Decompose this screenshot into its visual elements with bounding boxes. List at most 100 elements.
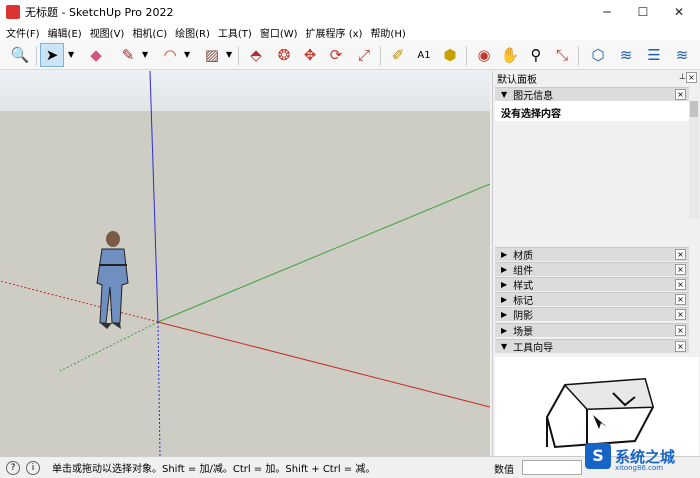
text-icon[interactable]: A1 xyxy=(412,43,436,67)
scrollbar-thumb[interactable] xyxy=(690,101,698,117)
rectangle-icon[interactable]: ▨ xyxy=(200,43,224,67)
expanded-arrow-icon: ▼ xyxy=(501,342,508,351)
select-dropdown-icon[interactable]: ▼ xyxy=(68,50,74,59)
menu-help[interactable]: 帮助(H) xyxy=(366,25,409,40)
pencil-dropdown-icon[interactable]: ▼ xyxy=(142,50,148,59)
close-window-button[interactable]: ✕ xyxy=(662,0,696,24)
tray-shadows[interactable]: ▶ 阴影 × xyxy=(495,307,689,322)
pan-icon[interactable]: ✋ xyxy=(498,43,522,67)
green-axis xyxy=(157,183,490,323)
tray-label: 图元信息 xyxy=(513,91,554,102)
tray-label: 组件 xyxy=(513,266,534,277)
zoom-window-icon[interactable]: ⤡ xyxy=(550,43,574,67)
tray-close-icon[interactable]: × xyxy=(675,89,686,100)
tray-label: 工具向导 xyxy=(513,343,554,354)
tray-entity-info[interactable]: ▼ 图元信息 × xyxy=(495,87,689,102)
zoom-extents-icon[interactable]: 🔍 xyxy=(8,43,32,67)
drawing-viewport[interactable] xyxy=(0,71,490,456)
collapsed-arrow-icon: ▶ xyxy=(501,310,508,319)
toolbar-divider xyxy=(380,46,381,66)
expanded-arrow-icon: ▼ xyxy=(501,90,508,99)
tray-close-icon[interactable]: × xyxy=(675,341,686,352)
blue-axis-negative xyxy=(157,321,161,456)
menu-draw[interactable]: 绘图(R) xyxy=(171,25,214,40)
scale-icon[interactable]: ⤢ xyxy=(352,43,376,67)
pin-icon[interactable]: ⊥ xyxy=(679,72,686,81)
push-pull-icon[interactable]: ⬘ xyxy=(244,43,268,67)
watermark-icon: S xyxy=(585,443,611,469)
tray-label: 场景 xyxy=(513,327,534,338)
orbit-icon[interactable]: ◉ xyxy=(472,43,496,67)
watermark-url: xitong86.com xyxy=(615,464,664,472)
tray-scenes[interactable]: ▶ 场景 × xyxy=(495,323,689,338)
menu-tools[interactable]: 工具(T) xyxy=(214,25,256,40)
zoom-icon[interactable]: ⚲ xyxy=(524,43,548,67)
red-axis xyxy=(157,321,490,408)
measurements-input[interactable] xyxy=(522,460,582,475)
axes-canvas xyxy=(0,71,490,456)
toolbar-divider xyxy=(36,46,37,66)
extension-warehouse-icon[interactable]: ≋ xyxy=(614,43,638,67)
default-tray-panel: 默认面板 ⊥ × ▼ 图元信息 × 没有选择内容 ▶ 材质 × ▶ 组件 × ▶… xyxy=(492,71,700,456)
eraser-icon[interactable]: ◆ xyxy=(84,43,108,67)
tray-close-icon[interactable]: × xyxy=(675,294,686,305)
collapsed-arrow-icon: ▶ xyxy=(501,326,508,335)
tray-instructor[interactable]: ▼ 工具向导 × xyxy=(495,339,689,354)
collapsed-arrow-icon: ▶ xyxy=(501,295,508,304)
menu-file[interactable]: 文件(F) xyxy=(2,25,44,40)
paint-bucket-icon[interactable]: ⬢ xyxy=(438,43,462,67)
components-icon[interactable]: ⬡ xyxy=(586,43,610,67)
minimize-button[interactable]: ─ xyxy=(590,0,624,24)
instructor-info-icon[interactable]: i xyxy=(26,460,40,475)
title-bar: 无标题 - SketchUp Pro 2022 ─ ☐ ✕ xyxy=(0,0,700,24)
rectangle-dropdown-icon[interactable]: ▼ xyxy=(226,50,232,59)
tray-tags[interactable]: ▶ 标记 × xyxy=(495,292,689,307)
tray-close-icon[interactable]: × xyxy=(675,264,686,275)
follow-me-icon[interactable]: ❂ xyxy=(272,43,296,67)
blue-axis xyxy=(149,71,159,323)
rotate-icon[interactable]: ⟳ xyxy=(324,43,348,67)
move-icon[interactable]: ✥ xyxy=(298,43,322,67)
tray-close-icon[interactable]: × xyxy=(675,309,686,320)
toolbar-divider xyxy=(466,46,467,66)
tray-close-icon[interactable]: × xyxy=(675,325,686,336)
tray-close-icon[interactable]: × xyxy=(675,279,686,290)
menu-camera[interactable]: 相机(C) xyxy=(128,25,171,40)
maximize-button[interactable]: ☐ xyxy=(626,0,660,24)
geo-location-icon[interactable]: ? xyxy=(6,460,20,475)
tray-label: 材质 xyxy=(513,251,534,262)
tray-label: 样式 xyxy=(513,281,534,292)
tray-components[interactable]: ▶ 组件 × xyxy=(495,262,689,277)
window-title: 无标题 - SketchUp Pro 2022 xyxy=(25,6,174,19)
panel-close-icon[interactable]: × xyxy=(686,72,697,83)
layout-icon[interactable]: ☰ xyxy=(642,43,666,67)
collapsed-arrow-icon: ▶ xyxy=(501,265,508,274)
tape-measure-icon[interactable]: ✐ xyxy=(386,43,410,67)
toolbar-divider xyxy=(578,46,579,66)
watermark-logo: S 系统之城 xitong86.com xyxy=(585,438,697,474)
tray-styles[interactable]: ▶ 样式 × xyxy=(495,277,689,292)
status-hint: 单击或拖动以选择对象。Shift = 加/减。Ctrl = 加。Shift + … xyxy=(52,464,376,475)
measurements-label: 数值 xyxy=(494,465,514,476)
pencil-icon[interactable]: ✎ xyxy=(116,43,140,67)
panel-header: 默认面板 ⊥ × xyxy=(493,71,700,86)
menu-edit[interactable]: 编辑(E) xyxy=(44,25,86,40)
menu-bar: 文件(F) 编辑(E) 视图(V) 相机(C) 绘图(R) 工具(T) 窗口(W… xyxy=(0,24,700,40)
menu-view[interactable]: 视图(V) xyxy=(86,25,129,40)
collapsed-arrow-icon: ▶ xyxy=(501,250,508,259)
tray-materials[interactable]: ▶ 材质 × xyxy=(495,247,689,262)
scale-figure xyxy=(96,231,129,329)
arc-icon[interactable]: ◠ xyxy=(158,43,182,67)
extension-manager-icon[interactable]: ≋ xyxy=(670,43,694,67)
green-axis-negative xyxy=(59,321,159,372)
tray-close-icon[interactable]: × xyxy=(675,249,686,260)
toolbar-divider xyxy=(238,46,239,66)
select-icon[interactable]: ➤ xyxy=(40,43,64,67)
tray-label: 标记 xyxy=(513,296,534,307)
arc-dropdown-icon[interactable]: ▼ xyxy=(184,50,190,59)
tray-label: 阴影 xyxy=(513,311,534,322)
menu-extensions[interactable]: 扩展程序 (x) xyxy=(302,25,367,40)
panel-scrollbar[interactable] xyxy=(689,101,699,219)
panel-title: 默认面板 xyxy=(497,74,537,86)
menu-window[interactable]: 窗口(W) xyxy=(256,25,302,40)
